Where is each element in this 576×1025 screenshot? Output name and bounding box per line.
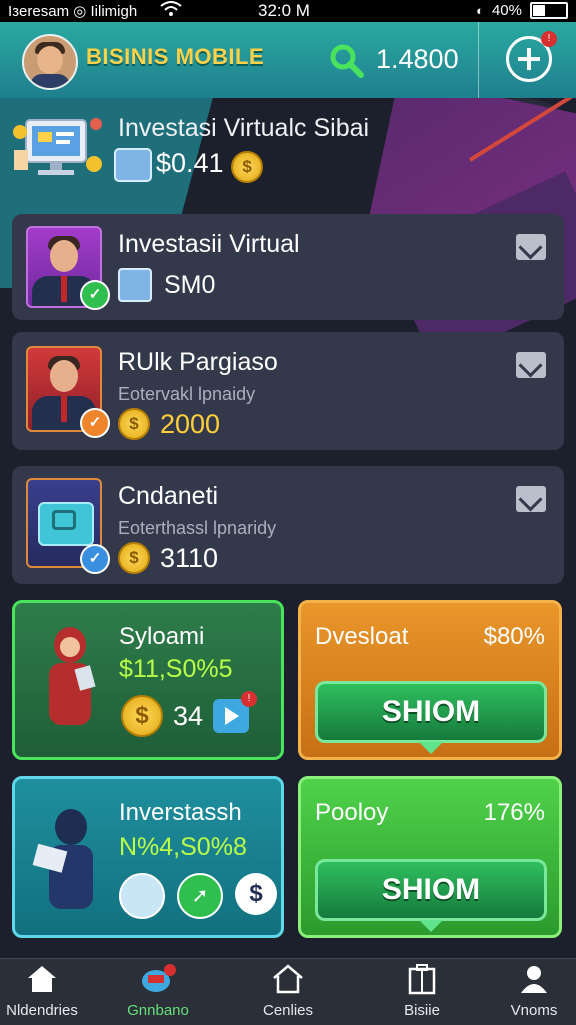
nav-label: Cenlies <box>262 1002 314 1019</box>
tile-value: $11,S0%5 <box>119 655 233 683</box>
avatar[interactable] <box>22 34 78 90</box>
profile-icon <box>521 966 547 993</box>
nav-item-bisiie[interactable]: Bisiie <box>372 963 472 1019</box>
wifi-icon <box>160 1 182 21</box>
tile-title: Dvesloat <box>315 623 409 650</box>
card-amount: 2000 <box>160 408 221 439</box>
nav-item-cenlies[interactable]: Cenlies <box>238 963 338 1019</box>
coin-icon: $ <box>231 151 264 183</box>
house-outline-icon <box>273 964 303 994</box>
featured-title: Investasi Virtualc Sibai <box>118 114 370 142</box>
shield-icon[interactable] <box>119 873 165 919</box>
home-icon <box>28 966 56 992</box>
nav-label: Vnoms <box>510 1002 558 1019</box>
card-title: Cndaneti <box>118 482 219 510</box>
tile-count: 34 <box>173 700 204 731</box>
nav-label: Nldendries <box>6 1002 78 1019</box>
computer-illustration <box>12 110 108 190</box>
character-illustration <box>37 623 103 733</box>
battery-icon <box>530 2 568 19</box>
notification-dot: ! <box>541 31 557 47</box>
dollar-icon[interactable]: $ <box>235 873 277 915</box>
card-amount-row: $ 3110 <box>118 542 218 574</box>
coin-icon: $ <box>118 542 150 574</box>
header-balance: 1.4800 <box>376 44 459 74</box>
investment-card[interactable]: ✓ Investasii Virtual SM0 <box>12 214 564 320</box>
nav-label: Gnnbano <box>127 1002 189 1019</box>
card-subtitle: Eotervakl lpnaidy <box>118 384 256 404</box>
nav-item-vnoms[interactable]: Vnoms <box>484 963 576 1019</box>
card-subtitle: Eoterthassl lpnaridy <box>118 518 277 538</box>
coin-icon: $ <box>118 408 150 440</box>
check-icon: ✓ <box>80 408 110 438</box>
mail-icon[interactable] <box>516 352 546 378</box>
play-icon[interactable]: ! <box>213 691 258 733</box>
tile-title: Pooloy <box>315 799 389 826</box>
card-title: RUlk Pargiaso <box>118 348 278 376</box>
tile-syloami[interactable]: Syloami $11,S0%5 $ 34 ! <box>12 600 284 760</box>
header-divider <box>478 22 479 98</box>
card-amount-row: $ 2000 <box>118 408 220 440</box>
card-title: Investasii Virtual <box>118 230 300 258</box>
tile-inverstassh[interactable]: Inverstassh N%4,S0%8 ➚ $ <box>12 776 284 938</box>
package-icon <box>118 268 152 302</box>
battery-text: 40% <box>491 2 522 19</box>
nav-label: Bisiie <box>404 1002 440 1019</box>
card-amount: SM0 <box>164 270 216 299</box>
alarm-icon: ◐ <box>476 3 484 18</box>
nav-item-gnnbano[interactable]: Gnnbano <box>108 963 208 1019</box>
card-amount: 3110 <box>160 542 219 573</box>
shiom-button[interactable]: SHIOM <box>315 681 547 754</box>
mail-icon[interactable] <box>516 234 546 260</box>
shiom-button[interactable]: SHIOM <box>315 859 547 932</box>
tile-title: Inverstassh <box>119 799 242 826</box>
app-header: BISINIS MOBILE 1.4800 ! <box>0 22 576 98</box>
package-icon <box>114 148 152 182</box>
mail-icon[interactable] <box>516 486 546 512</box>
cart-icon <box>142 964 176 992</box>
tile-percent: 176% <box>483 799 545 826</box>
investment-card[interactable]: ✓ RUlk Pargiaso Eotervakl lpnaidy $ 2000 <box>12 332 564 450</box>
status-time: 32:0 M <box>258 1 310 20</box>
status-left-text: Iзeresam ◎ Iilimigh <box>8 3 138 20</box>
tile-dvesloat[interactable]: Dvesloat $80% SHIOM <box>298 600 562 760</box>
search-icon[interactable] <box>328 42 366 80</box>
tile-title: Syloami <box>119 623 205 650</box>
character-illustration <box>29 803 109 915</box>
status-bar: Iзeresam ◎ Iilimigh 32:0 M ◐ 40% <box>0 0 576 22</box>
tile-percent: $80% <box>483 623 545 650</box>
arrow-icon[interactable]: ➚ <box>177 873 223 919</box>
building-icon <box>408 964 436 995</box>
check-icon: ✓ <box>80 280 110 310</box>
tile-value: N%4,S0%8 <box>119 833 247 861</box>
coin-icon: $ <box>121 695 163 737</box>
bottom-nav: Nldendries Gnnbano Cenlies Bisiie Vnoms <box>0 958 576 1025</box>
tile-pooloy[interactable]: Pooloy 176% SHIOM <box>298 776 562 938</box>
nav-item-home[interactable]: Nldendries <box>0 963 92 1019</box>
featured-amount: $0.41 $ <box>156 148 264 183</box>
brand-title: BISINIS MOBILE <box>86 44 265 69</box>
add-button[interactable]: ! <box>506 31 557 82</box>
check-icon: ✓ <box>80 544 110 574</box>
investment-card[interactable]: ✓ Cndaneti Eoterthassl lpnaridy $ 3110 <box>12 466 564 584</box>
